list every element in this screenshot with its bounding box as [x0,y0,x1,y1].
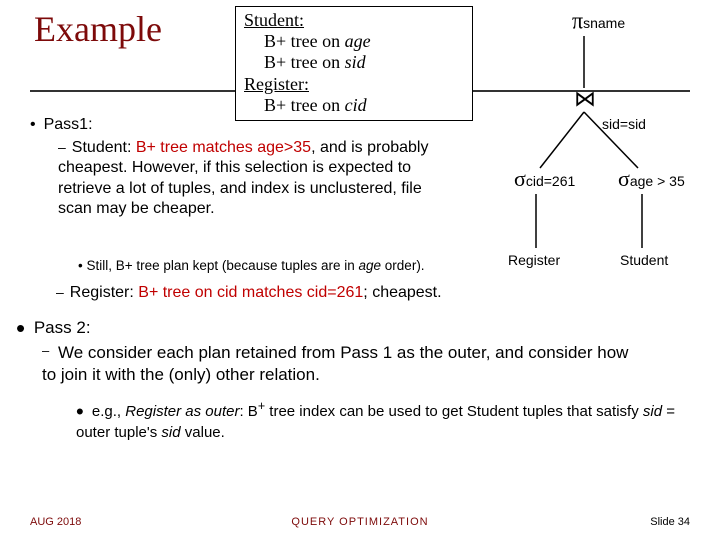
join-condition: sid=sid [602,116,646,132]
pass1-register-bullet: –Register: B+ tree on cid matches cid=26… [56,284,442,302]
pass2-sub: – We consider each plan retained from Pa… [42,342,642,387]
index-student-age: B+ tree on age [244,31,464,52]
join-node: ⋈ [574,86,596,112]
footer-right: Slide 34 [650,516,690,528]
select-register-node: σcid=261 [514,166,575,192]
index-box: Student: B+ tree on age B+ tree on sid R… [235,6,473,121]
slide-title: Example [34,8,162,50]
slide: Example Student: B+ tree on age B+ tree … [0,0,720,540]
footer-center: QUERY OPTIMIZATION [0,516,720,528]
index-student-sid: B+ tree on sid [244,52,464,73]
query-tree: πsname ⋈ sid=sid σcid=261 σage > 35 Regi… [510,8,710,278]
pass1-heading: •Pass1: [30,116,93,134]
sigma-icon: σ [618,166,630,191]
index-register-header: Register: [244,74,464,95]
leaf-student: Student [620,252,668,268]
leaf-register: Register [508,252,560,268]
sigma-icon: σ [514,166,526,191]
pass1-still-note: • Still, B+ tree plan kept (because tupl… [78,258,425,273]
pass2-heading: • Pass 2: [16,318,91,338]
join-icon: ⋈ [574,86,596,111]
query-tree-lines [510,8,710,278]
pass1-student-bullet: –Student: B+ tree matches age>35, and is… [58,138,458,220]
pass2-note: • e.g., Register as outer: B+ tree index… [76,398,676,443]
pi-icon: π [572,7,583,36]
projection-node: πsname [572,8,625,34]
index-register-cid: B+ tree on cid [244,95,464,116]
text-emphasis-red: B+ tree on cid matches cid=261 [138,284,363,301]
select-student-node: σage > 35 [618,166,685,192]
index-student-header: Student: [244,10,464,31]
text-emphasis-red: B+ tree matches age>35 [136,139,311,156]
